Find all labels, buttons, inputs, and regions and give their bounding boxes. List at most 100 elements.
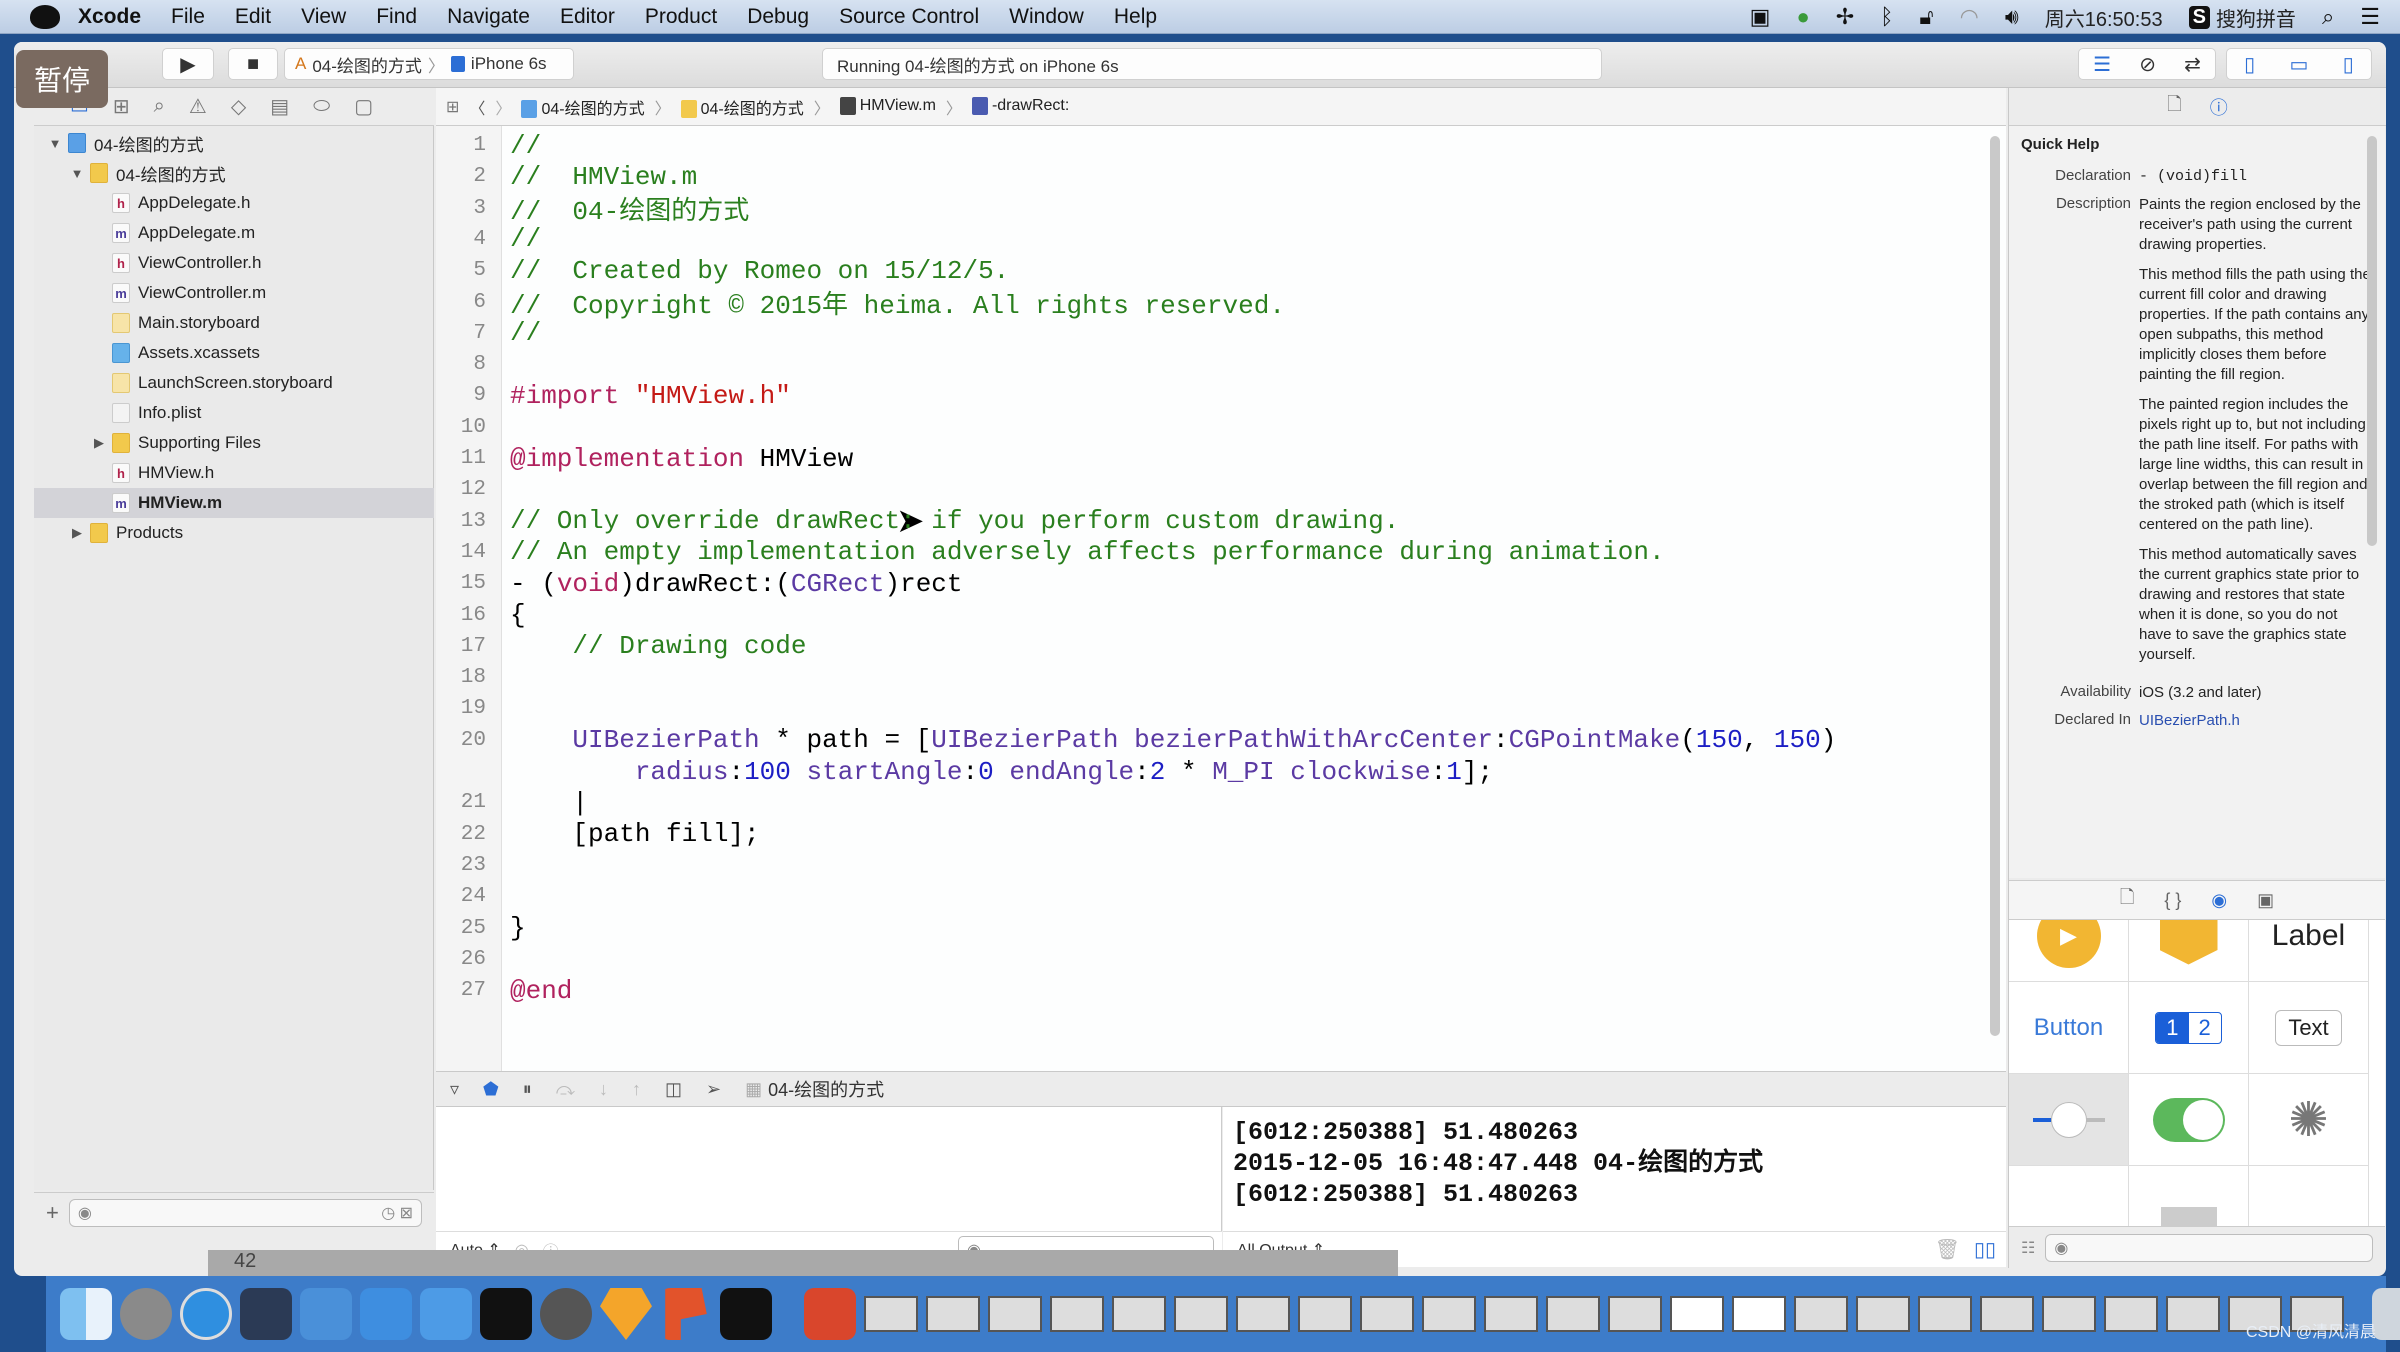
disclosure-triangle-icon[interactable]: ▼	[70, 166, 84, 181]
assistant-editor-icon[interactable]: ⊘	[2139, 52, 2156, 77]
code-line[interactable]: 3 // 04-绘图的方式	[436, 193, 1936, 227]
library-item-av-player[interactable]: ▶	[2009, 920, 2129, 982]
minimized-window[interactable]	[2104, 1296, 2158, 1332]
editor-scrollbar[interactable]	[1990, 136, 2000, 1036]
standard-editor-icon[interactable]: ☰	[2093, 52, 2111, 77]
lock-icon[interactable]: 🔓︎	[1919, 4, 1933, 30]
breakpoints-toggle-icon[interactable]: ⬟	[483, 1079, 499, 1100]
code-line[interactable]: 15 - (void)drawRect:(CGRect)rect	[436, 568, 1936, 599]
tree-item[interactable]: h AppDelegate.h	[34, 188, 434, 218]
library-item-progress[interactable]	[2129, 1166, 2249, 1226]
issue-navigator-icon[interactable]: ⚠	[189, 94, 207, 119]
code-line[interactable]: 19	[436, 693, 1936, 724]
add-file-icon[interactable]: +	[46, 1200, 59, 1226]
tree-item[interactable]: ▼ 04-绘图的方式	[34, 128, 434, 158]
tree-item[interactable]: LaunchScreen.storyboard	[34, 368, 434, 398]
process-selector[interactable]: ▦ 04-绘图的方式	[745, 1076, 884, 1102]
minimized-window[interactable]	[1236, 1296, 1290, 1332]
minimized-window[interactable]	[1856, 1296, 1910, 1332]
step-over-icon[interactable]: ⤼	[556, 1079, 575, 1100]
simulator-icon[interactable]	[420, 1288, 472, 1340]
minimized-window[interactable]	[1670, 1296, 1724, 1332]
debug-navigator-icon[interactable]: ▤	[270, 94, 289, 119]
pause-overlay[interactable]: 暂停	[16, 50, 108, 108]
player-icon[interactable]: ●	[1796, 4, 1809, 30]
minimized-window[interactable]	[1422, 1296, 1476, 1332]
code-line[interactable]: 26	[436, 944, 1936, 975]
code-line[interactable]: 6 // Copyright © 2015年 heima. All rights …	[436, 287, 1936, 321]
console-app-icon[interactable]	[720, 1288, 772, 1340]
stop-button[interactable]: ■	[228, 48, 278, 80]
view-hierarchy-icon[interactable]: ◫	[665, 1079, 682, 1100]
menu-file[interactable]: File	[171, 5, 205, 29]
tree-item[interactable]: m HMView.m	[34, 488, 434, 518]
minimized-window[interactable]	[1794, 1296, 1848, 1332]
code-line[interactable]: 11 @implementation HMView	[436, 443, 1936, 474]
menu-app[interactable]: Xcode	[78, 5, 141, 29]
library-filter-input[interactable]: ◉	[2045, 1233, 2373, 1262]
system-preferences-icon[interactable]	[540, 1288, 592, 1340]
step-out-icon[interactable]: ↑	[632, 1079, 641, 1100]
breakpoint-navigator-icon[interactable]: ⬭	[313, 95, 330, 118]
code-line[interactable]: 9 #import "HMView.h"	[436, 380, 1936, 411]
wifi-icon[interactable]: ◠	[1960, 4, 1979, 30]
tree-item[interactable]: Main.storyboard	[34, 308, 434, 338]
breadcrumb-group[interactable]: 04-绘图的方式	[680, 95, 804, 119]
run-button[interactable]: ▶	[162, 48, 214, 80]
file-inspector-icon[interactable]: 🗋︎	[2167, 92, 2181, 122]
breadcrumb-method[interactable]: -drawRect:	[971, 97, 1069, 116]
list-view-toggle-icon[interactable]: ☷	[2021, 1238, 2035, 1258]
pause-icon[interactable]: ⏸	[523, 1079, 532, 1100]
terminal-icon[interactable]	[480, 1288, 532, 1340]
clock[interactable]: 周六16:50:53	[2045, 3, 2163, 32]
apple-icon[interactable]	[30, 4, 60, 29]
hide-debug-area-icon[interactable]: ▿	[450, 1079, 459, 1100]
minimized-window[interactable]	[2042, 1296, 2096, 1332]
object-library-icon[interactable]: ◉	[2211, 890, 2227, 911]
menu-navigate[interactable]: Navigate	[447, 5, 530, 29]
tree-item[interactable]: Info.plist	[34, 398, 434, 428]
code-line[interactable]: 7 //	[436, 318, 1936, 349]
declared-in-link[interactable]: UIBezierPath.h	[2139, 711, 2373, 731]
disclosure-triangle-icon[interactable]: ▶	[70, 525, 84, 541]
disclosure-triangle-icon[interactable]: ▶	[92, 435, 106, 451]
minimized-window[interactable]	[1174, 1296, 1228, 1332]
toggle-debug-area-icon[interactable]: ▭	[2290, 52, 2309, 77]
tree-item[interactable]: ▶ Products	[34, 518, 434, 548]
find-navigator-icon[interactable]: ⌕	[154, 95, 165, 118]
library-item-button[interactable]: Button	[2009, 982, 2129, 1074]
tree-item[interactable]: m ViewController.m	[34, 278, 434, 308]
code-line[interactable]: 4 //	[436, 224, 1936, 255]
recent-files-icon[interactable]: ◷ ⊠	[381, 1203, 413, 1223]
library-item-switch[interactable]	[2129, 1074, 2249, 1166]
menu-find[interactable]: Find	[376, 5, 417, 29]
console-output[interactable]: [6012:250388] 51.480263 2015-12-05 16:48…	[1223, 1107, 2006, 1231]
split-view-icon[interactable]: ▯▯	[1974, 1237, 1996, 1262]
tree-item[interactable]: h HMView.h	[34, 458, 434, 488]
test-navigator-icon[interactable]: ◇	[231, 94, 246, 119]
library-item-activity-indicator[interactable]: ✺	[2249, 1074, 2369, 1166]
scheme-selector[interactable]: A 04-绘图的方式 〉 iPhone 6s	[284, 48, 574, 80]
code-line[interactable]: 24	[436, 881, 1936, 912]
tree-item[interactable]: ▶ Supporting Files	[34, 428, 434, 458]
toggle-navigator-icon[interactable]: ▯	[2244, 52, 2255, 77]
mouse-app-icon[interactable]	[240, 1288, 292, 1340]
code-line[interactable]: 10	[436, 412, 1936, 443]
menu-source-control[interactable]: Source Control	[839, 5, 979, 29]
sketch-icon[interactable]	[600, 1288, 652, 1340]
symbol-navigator-icon[interactable]: ⊞	[113, 94, 130, 119]
library-item-slider[interactable]	[2009, 1074, 2129, 1166]
code-line[interactable]: 18	[436, 662, 1936, 693]
code-line[interactable]: 12	[436, 474, 1936, 505]
disclosure-triangle-icon[interactable]: ▼	[48, 136, 62, 151]
variables-view[interactable]	[436, 1107, 1222, 1231]
library-item-text-field[interactable]: Text	[2249, 982, 2369, 1074]
file-template-library-icon[interactable]: 🗋︎	[2120, 885, 2134, 915]
player-app-icon[interactable]	[804, 1288, 856, 1340]
library-item-label[interactable]: Label	[2249, 920, 2369, 982]
finder-icon[interactable]	[60, 1288, 112, 1340]
minimized-window[interactable]	[2166, 1296, 2220, 1332]
code-line[interactable]: 21 |	[436, 787, 1936, 818]
code-line[interactable]: 25}	[436, 913, 1936, 944]
code-line[interactable]: 27 @end	[436, 975, 1936, 1006]
